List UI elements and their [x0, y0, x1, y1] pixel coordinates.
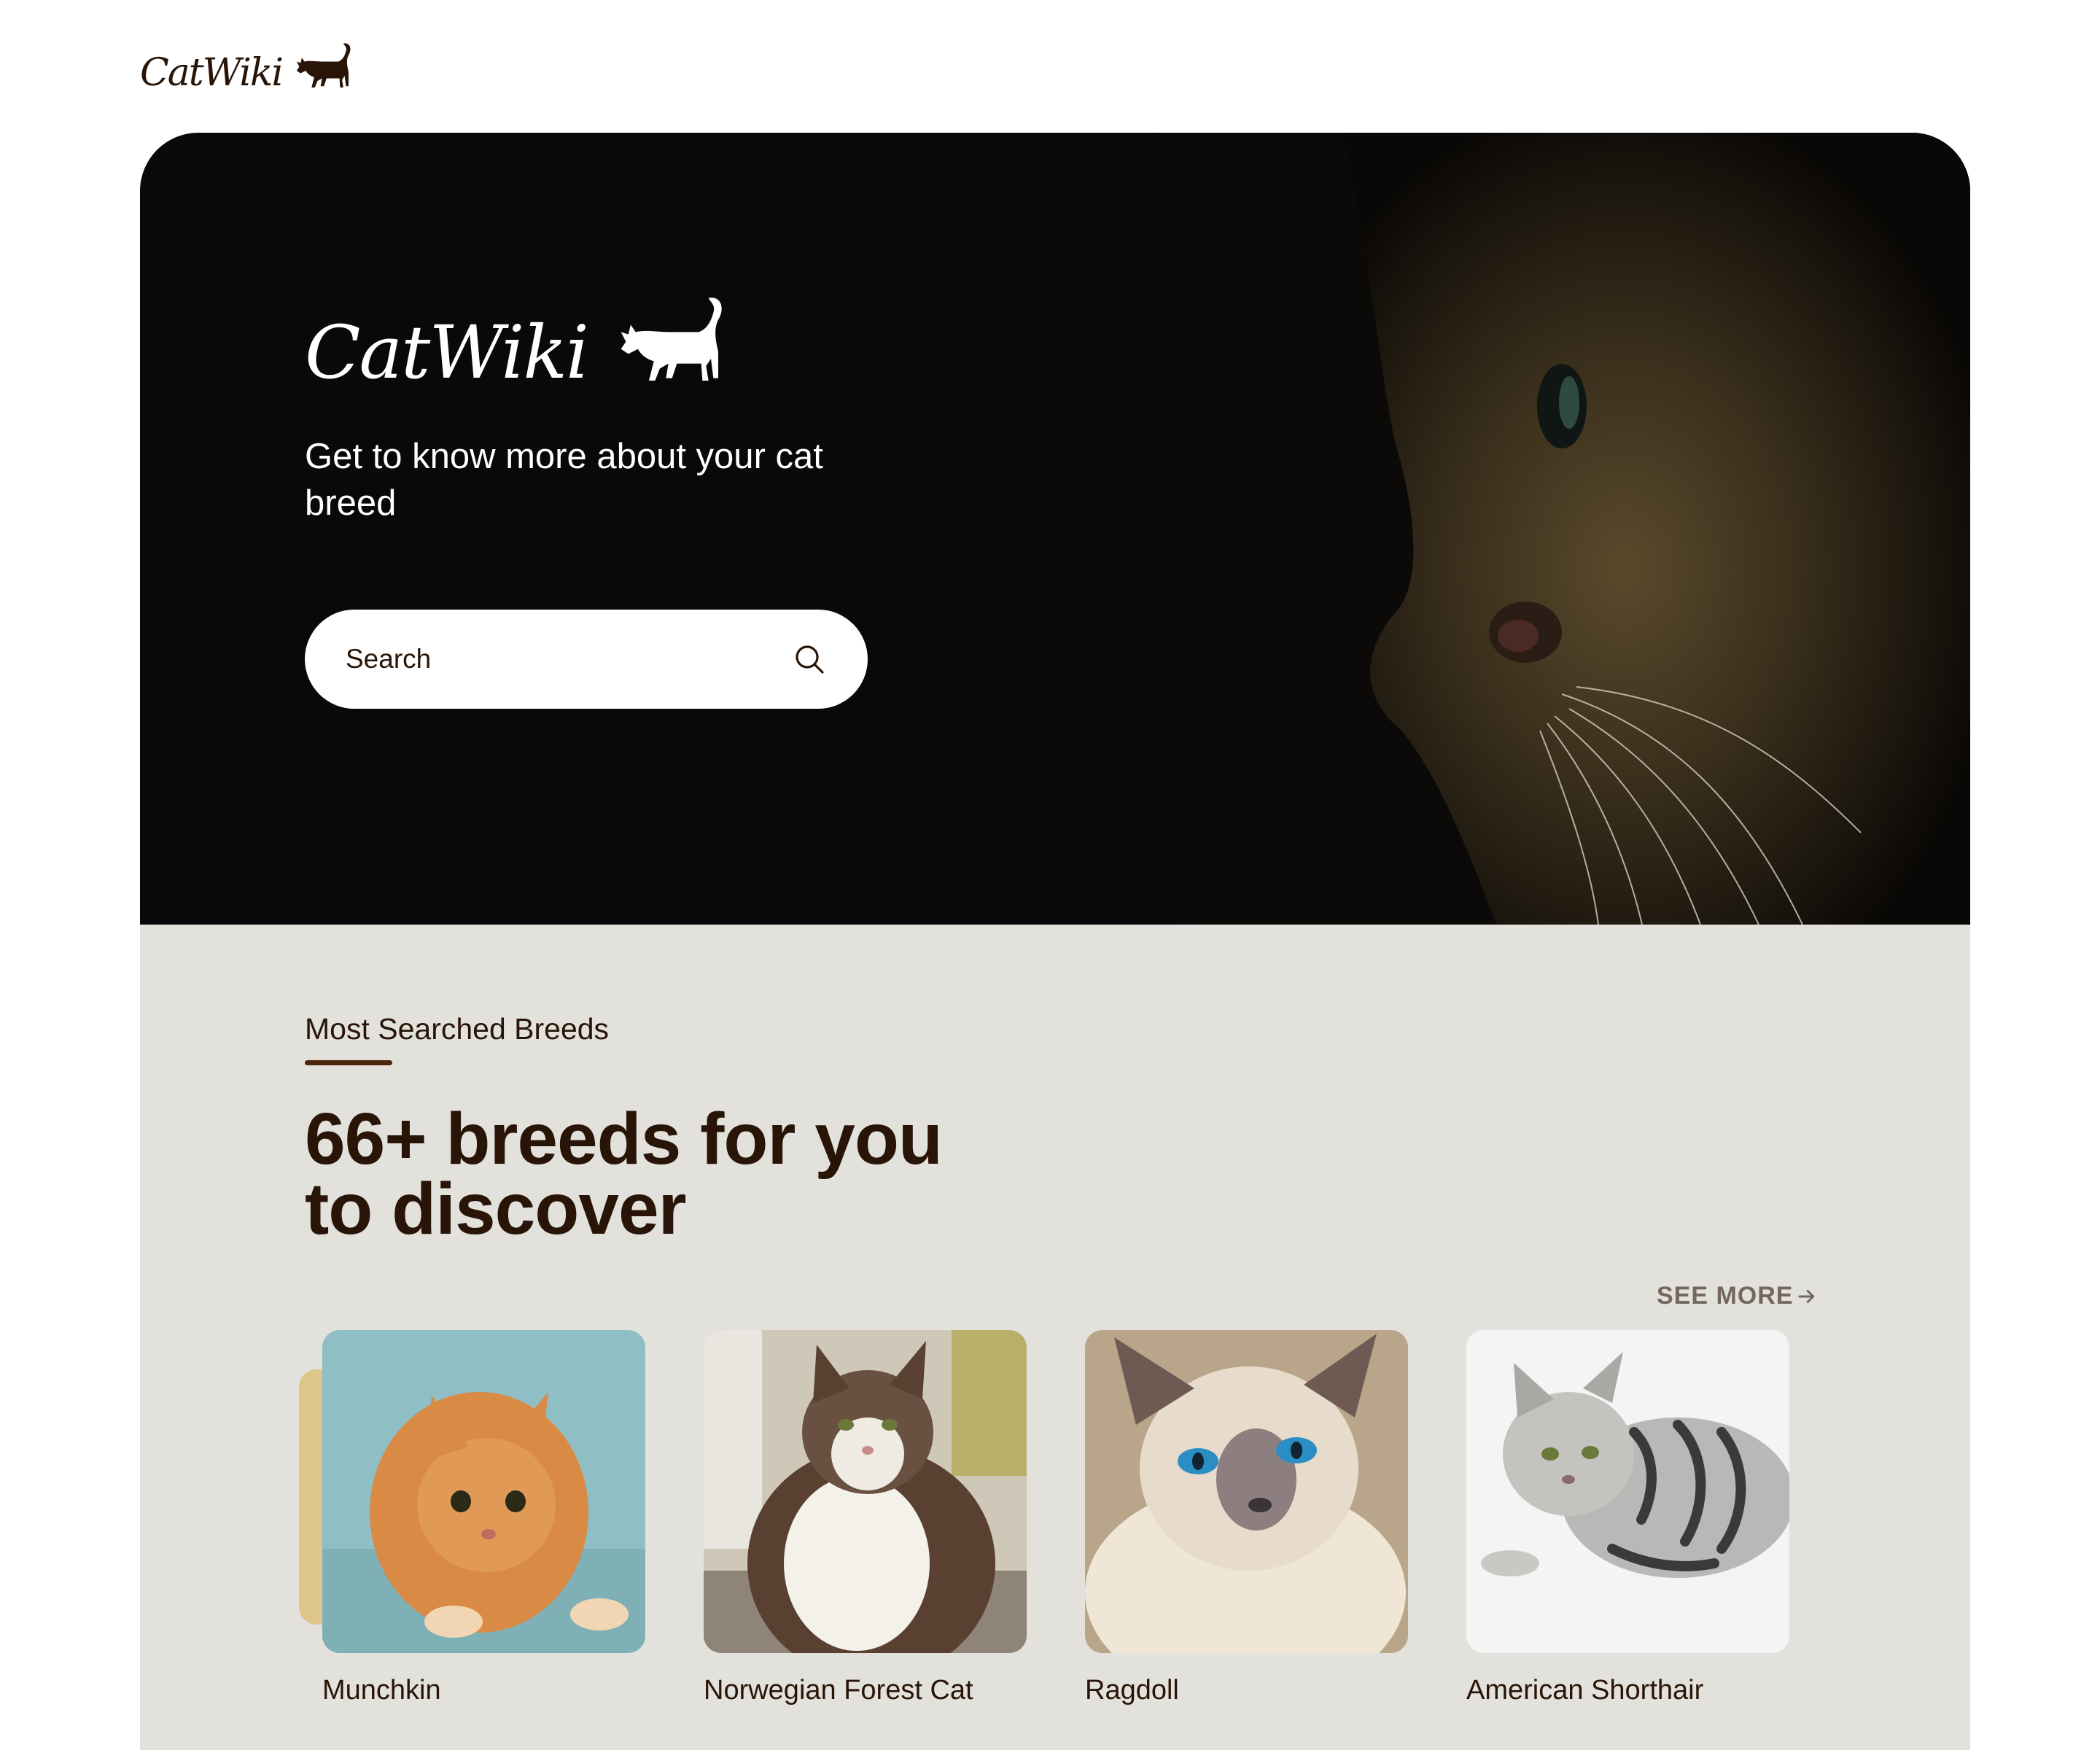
section-headline: 66+ breeds for you to discover — [305, 1098, 1253, 1250]
headline-line-2: to discover — [305, 1168, 687, 1250]
breed-image-norwegian-forest-cat[interactable] — [704, 1330, 1027, 1653]
see-more-label: SEE MORE — [1657, 1282, 1794, 1310]
breed-card-munchkin[interactable]: Munchkin — [322, 1330, 645, 1706]
headline-line-1: 66+ breeds for you — [305, 1098, 943, 1180]
hero-tagline: Get to know more about your cat breed — [305, 437, 823, 523]
hero-cat-photo — [1088, 133, 1970, 925]
hero-banner: CatWiki Get to know more about your cat … — [140, 133, 1970, 925]
hero-card: CatWiki Get to know more about your cat … — [140, 133, 1970, 1750]
section-underline — [305, 1060, 392, 1065]
breed-name[interactable]: Ragdoll — [1085, 1675, 1408, 1706]
search-input[interactable]: Search — [305, 610, 868, 709]
search-icon[interactable] — [792, 642, 827, 677]
hero-content: CatWiki Get to know more about your cat … — [305, 293, 961, 526]
breed-name[interactable]: American Shorthair — [1466, 1675, 1789, 1706]
american-shorthair-photo — [1466, 1330, 1789, 1653]
breed-image-munchkin[interactable] — [322, 1330, 645, 1653]
cat-silhouette-icon — [621, 298, 722, 381]
search-placeholder: Search — [346, 644, 432, 674]
breed-card-norwegian-forest-cat[interactable]: Norwegian Forest Cat — [704, 1330, 1027, 1706]
munchkin-photo — [322, 1330, 645, 1653]
section-label: Most Searched Breeds — [305, 1012, 610, 1046]
arrow-right-icon — [1798, 1289, 1815, 1303]
cat-silhouette-icon — [296, 43, 351, 88]
hero-logo-wordmark: CatWiki — [305, 310, 589, 395]
ragdoll-photo — [1085, 1330, 1408, 1653]
most-searched-section: Most Searched Breeds 66+ breeds for you … — [140, 925, 1970, 1750]
see-more-link[interactable]: SEE MORE — [1657, 1282, 1818, 1310]
breed-name[interactable]: Norwegian Forest Cat — [704, 1675, 1027, 1706]
breed-card-ragdoll[interactable]: Ragdoll — [1085, 1330, 1408, 1706]
breed-name[interactable]: Munchkin — [322, 1675, 645, 1706]
breed-card-american-shorthair[interactable]: American Shorthair — [1466, 1330, 1789, 1706]
hero-logo: CatWiki — [305, 293, 961, 402]
catwiki-page: CatWiki CatWiki Get to know more about y… — [0, 0, 2100, 1750]
breed-image-american-shorthair[interactable] — [1466, 1330, 1789, 1653]
header-logo[interactable]: CatWiki — [140, 29, 358, 99]
breed-image-ragdoll[interactable] — [1085, 1330, 1408, 1653]
logo-wordmark: CatWiki — [140, 51, 284, 95]
norwegian-forest-cat-photo — [704, 1330, 1027, 1653]
